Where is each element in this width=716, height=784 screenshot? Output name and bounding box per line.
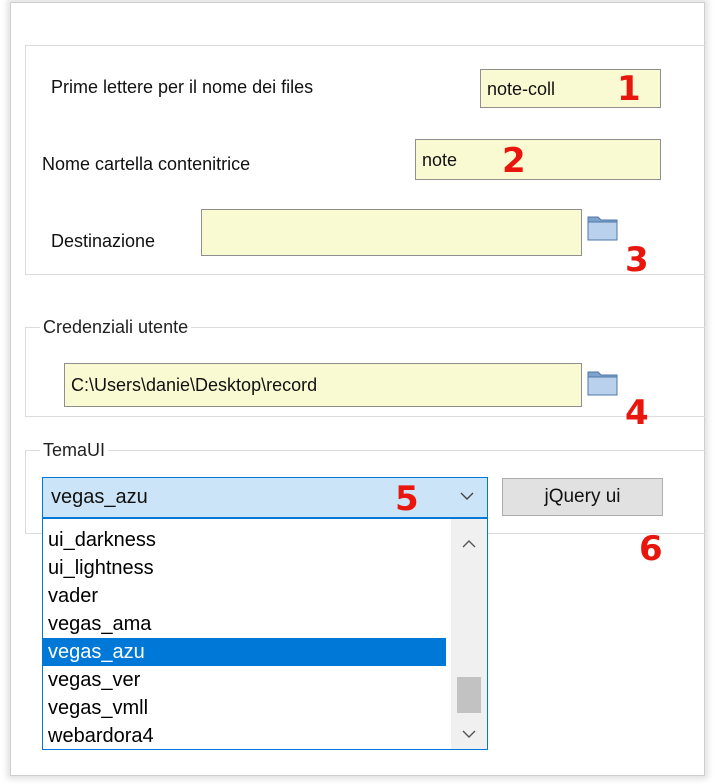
theme-option[interactable]: vegas_ver xyxy=(43,666,446,694)
theme-dropdown-list: ui_darkness ui_lightness vader vegas_ama veg… xyxy=(42,518,488,750)
theme-option[interactable]: vegas_ama xyxy=(43,610,446,638)
jquery-ui-button[interactable]: jQuery ui xyxy=(502,478,663,516)
badge-2: 2 xyxy=(502,141,526,181)
credentials-path-input[interactable]: C:\Users\danie\Desktop\record xyxy=(64,363,582,407)
theme-option[interactable]: vegas_vmll xyxy=(43,694,446,722)
badge-1: 1 xyxy=(617,69,641,109)
folder-name-input[interactable]: note xyxy=(415,139,661,180)
badge-3: 3 xyxy=(625,240,649,280)
theme-options: ui_darkness ui_lightness vader vegas_ama veg… xyxy=(43,526,446,749)
credentials-legend: Credenziali utente xyxy=(40,317,192,337)
badge-4: 4 xyxy=(625,393,649,433)
theme-option[interactable]: ui_lightness xyxy=(43,554,446,582)
theme-select[interactable]: vegas_azu xyxy=(42,477,488,518)
scroll-up-icon[interactable] xyxy=(451,529,487,559)
chevron-down-icon[interactable] xyxy=(459,488,475,504)
scrollbar-thumb[interactable] xyxy=(457,677,481,713)
prefix-label: Prime lettere per il nome dei files xyxy=(51,77,314,97)
theme-legend: TemaUI xyxy=(40,440,109,460)
folder-browse-icon[interactable] xyxy=(586,213,620,243)
scroll-down-icon[interactable] xyxy=(451,719,487,749)
theme-option[interactable]: ui_darkness xyxy=(43,526,446,554)
badge-6: 6 xyxy=(639,529,663,569)
dropdown-scrollbar[interactable] xyxy=(451,519,487,749)
theme-option[interactable]: vader xyxy=(43,582,446,610)
destination-label: Destinazione xyxy=(51,231,156,251)
theme-option[interactable]: webardora4 xyxy=(43,722,446,749)
folder-name-label: Nome cartella contenitrice xyxy=(42,154,251,174)
theme-select-value: vegas_azu xyxy=(51,486,148,508)
badge-5: 5 xyxy=(395,479,419,519)
settings-window: Prime lettere per il nome dei files note… xyxy=(10,2,705,776)
destination-input[interactable] xyxy=(201,209,582,256)
theme-option[interactable]: vegas_azu xyxy=(43,638,446,666)
folder-browse-icon[interactable] xyxy=(586,368,620,398)
